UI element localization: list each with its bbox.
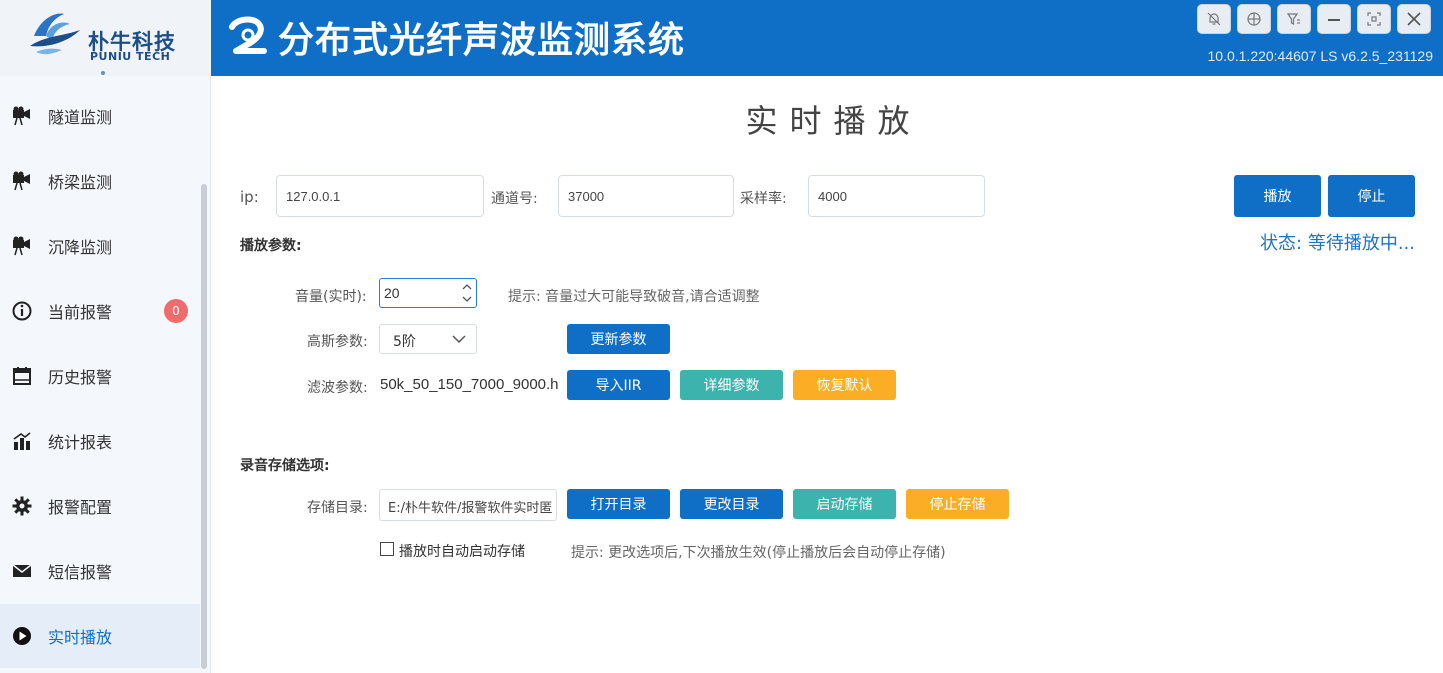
chevron-up-icon bbox=[462, 284, 472, 290]
storage-dir-label: 存储目录: bbox=[307, 500, 368, 516]
logo-swoosh-icon bbox=[30, 13, 80, 55]
camera-icon bbox=[10, 234, 34, 258]
storage-dir-input[interactable]: E:/朴牛软件/报警软件实时匿 bbox=[379, 489, 557, 521]
bar-chart-icon bbox=[10, 429, 34, 453]
sidebar-item-alarm-config[interactable]: 报警配置 bbox=[0, 474, 200, 538]
play-icon bbox=[10, 624, 34, 648]
stop-button[interactable]: 停止 bbox=[1328, 175, 1415, 217]
minimize-icon bbox=[1328, 19, 1340, 21]
chevron-down-icon bbox=[462, 296, 472, 302]
sidebar-item-settlement-monitoring[interactable]: 沉降监测 bbox=[0, 214, 200, 278]
mail-icon bbox=[10, 559, 34, 583]
bell-off-icon bbox=[1207, 12, 1221, 26]
alarm-count-badge: 0 bbox=[164, 299, 188, 323]
auto-store-label: 播放时自动启动存储 bbox=[399, 544, 525, 560]
ip-label: ip: bbox=[240, 188, 259, 206]
filter-icon bbox=[1286, 13, 1300, 25]
app-logo-icon bbox=[229, 16, 267, 54]
volume-decrement[interactable] bbox=[460, 293, 474, 306]
sidebar-item-label: 统计报表 bbox=[48, 433, 113, 452]
sample-rate-input[interactable] bbox=[808, 175, 985, 217]
camera-icon bbox=[10, 104, 34, 128]
sidebar-item-bridge-monitoring[interactable]: 桥梁监测 bbox=[0, 149, 200, 213]
volume-value: 20 bbox=[384, 285, 400, 301]
channel-label: 通道号: bbox=[491, 191, 538, 207]
app-title: 分布式光纤声波监测系统 bbox=[278, 20, 686, 61]
target-icon bbox=[1247, 12, 1261, 26]
sidebar-item-label: 报警配置 bbox=[48, 498, 113, 517]
sidebar: 隧道监测 桥梁监测 沉降监测 当前报警 0 历史报警 统计报表 报警配置 短信报… bbox=[0, 76, 211, 673]
sidebar-item-sms-alarm[interactable]: 短信报警 bbox=[0, 539, 200, 603]
playback-status: 状态: 等待播放中... bbox=[1260, 233, 1415, 254]
detail-params-button[interactable]: 详细参数 bbox=[680, 370, 783, 400]
volume-hint: 提示: 音量过大可能导致破音,请合适调整 bbox=[508, 289, 760, 305]
close-button[interactable] bbox=[1397, 4, 1431, 34]
sidebar-item-label: 历史报警 bbox=[48, 368, 113, 387]
sidebar-item-label: 沉降监测 bbox=[48, 238, 113, 257]
minimize-button[interactable] bbox=[1317, 4, 1351, 34]
update-params-button[interactable]: 更新参数 bbox=[567, 324, 670, 354]
sidebar-item-statistics-report[interactable]: 统计报表 bbox=[0, 409, 200, 473]
mute-alarm-button[interactable] bbox=[1197, 4, 1231, 34]
close-icon bbox=[1407, 12, 1421, 26]
change-dir-button[interactable]: 更改目录 bbox=[680, 489, 783, 519]
volume-increment[interactable] bbox=[460, 280, 474, 293]
logo-divider-dot bbox=[101, 71, 105, 75]
sidebar-item-realtime-playback[interactable]: 实时播放 bbox=[0, 604, 200, 668]
filter-file-value: 50k_50_150_7000_9000.h bbox=[380, 376, 559, 393]
title-bar: 朴牛科技 PUNIU TECH 分布式光纤声波监测系统 10.0.1.220:4… bbox=[0, 0, 1443, 76]
gauss-select[interactable]: 5阶 bbox=[379, 324, 477, 354]
restore-default-button[interactable]: 恢复默认 bbox=[793, 370, 896, 400]
filter-label: 滤波参数: bbox=[307, 380, 368, 396]
gauss-label: 高斯参数: bbox=[307, 334, 368, 350]
fit-screen-button[interactable] bbox=[1357, 4, 1391, 34]
fit-screen-icon bbox=[1367, 12, 1381, 26]
open-dir-button[interactable]: 打开目录 bbox=[567, 489, 670, 519]
sidebar-item-label: 当前报警 bbox=[48, 303, 113, 322]
camera-icon bbox=[10, 169, 34, 193]
filter-button[interactable] bbox=[1277, 4, 1311, 34]
chevron-down-icon bbox=[452, 335, 466, 344]
page-title: 实时播放 bbox=[745, 102, 922, 140]
sidebar-item-history-alarms[interactable]: 历史报警 bbox=[0, 344, 200, 408]
window-controls bbox=[1197, 4, 1431, 34]
volume-stepper[interactable]: 20 bbox=[379, 278, 477, 308]
version-label: 10.0.1.220:44607 LS v6.2.5_231129 bbox=[1207, 48, 1434, 64]
locate-button[interactable] bbox=[1237, 4, 1271, 34]
sidebar-item-current-alarms[interactable]: 当前报警 0 bbox=[0, 279, 200, 343]
stop-storage-button[interactable]: 停止存储 bbox=[906, 489, 1009, 519]
volume-label: 音量(实时): bbox=[295, 289, 367, 305]
channel-input[interactable] bbox=[558, 175, 734, 217]
logo-english-name: PUNIU TECH bbox=[90, 50, 171, 63]
recording-options-heading: 录音存储选项: bbox=[240, 458, 330, 474]
sidebar-item-label: 桥梁监测 bbox=[48, 173, 113, 192]
storage-hint: 提示: 更改选项后,下次播放生效(停止播放后会自动停止存储) bbox=[571, 545, 946, 561]
sidebar-scrollbar[interactable] bbox=[201, 184, 207, 669]
ip-input[interactable] bbox=[276, 175, 484, 217]
playback-params-heading: 播放参数: bbox=[240, 238, 302, 254]
sidebar-item-label: 短信报警 bbox=[48, 563, 113, 582]
calendar-icon bbox=[10, 364, 34, 388]
sidebar-item-label: 隧道监测 bbox=[48, 108, 113, 127]
info-icon bbox=[10, 299, 34, 323]
sample-rate-label: 采样率: bbox=[740, 191, 787, 207]
import-iir-button[interactable]: 导入IIR bbox=[567, 370, 670, 400]
sidebar-item-label: 实时播放 bbox=[48, 628, 113, 647]
auto-store-checkbox[interactable] bbox=[380, 542, 394, 556]
gear-icon bbox=[10, 494, 34, 518]
start-storage-button[interactable]: 启动存储 bbox=[793, 489, 896, 519]
company-logo: 朴牛科技 PUNIU TECH bbox=[0, 0, 211, 76]
play-button[interactable]: 播放 bbox=[1234, 175, 1321, 217]
sidebar-item-tunnel-monitoring[interactable]: 隧道监测 bbox=[0, 84, 200, 148]
gauss-selected-value: 5阶 bbox=[393, 334, 416, 350]
